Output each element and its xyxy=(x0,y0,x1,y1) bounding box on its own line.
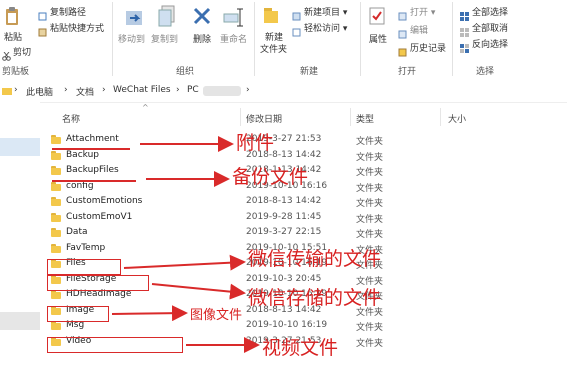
arrow-image xyxy=(111,305,188,322)
annotation-video: 视频文件 xyxy=(262,337,339,359)
arrow-filestorage xyxy=(151,283,246,300)
arrow-files xyxy=(123,254,246,271)
annotation-image: 图像文件 xyxy=(190,308,243,323)
annotation-filestorage: 微信存储的文件 xyxy=(248,287,382,309)
annotation-files: 微信传输的文件 xyxy=(248,248,382,270)
annotation-attachment: 附件 xyxy=(236,132,275,154)
annotation-backup: 备份文件 xyxy=(232,166,309,188)
